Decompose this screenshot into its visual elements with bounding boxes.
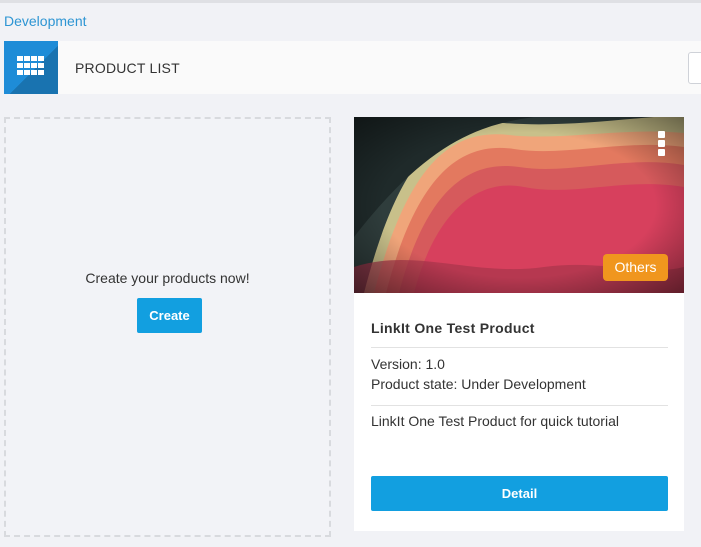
header-search-input[interactable] (688, 52, 701, 84)
product-description: LinkIt One Test Product for quick tutori… (371, 413, 619, 429)
product-name: LinkIt One Test Product (371, 320, 535, 336)
divider (371, 347, 668, 348)
product-list-badge (4, 41, 58, 94)
create-prompt-text: Create your products now! (85, 270, 250, 286)
detail-button[interactable]: Detail (371, 476, 668, 511)
create-product-card: Create your products now! Create (4, 117, 331, 537)
grid-icon (17, 56, 44, 75)
create-button[interactable]: Create (137, 298, 202, 333)
product-cover-image: Others (354, 117, 684, 293)
top-border (0, 0, 701, 3)
kebab-menu-icon[interactable] (654, 131, 668, 161)
product-card: Others LinkIt One Test Product Version: … (354, 117, 684, 531)
breadcrumb-development[interactable]: Development (4, 13, 87, 29)
divider (371, 405, 668, 406)
page-title: PRODUCT LIST (75, 60, 180, 76)
category-badge: Others (603, 254, 668, 281)
page-header: PRODUCT LIST (4, 41, 701, 94)
product-version: Version: 1.0 (371, 356, 445, 372)
product-state: Product state: Under Development (371, 376, 586, 392)
